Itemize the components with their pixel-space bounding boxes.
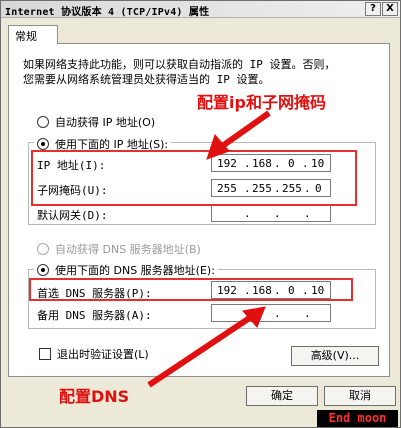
validate-settings-checkbox[interactable]: 退出时验证设置(L)	[39, 346, 149, 362]
tab-general-label: 常规	[15, 30, 37, 43]
watermark-label: End moon	[317, 410, 398, 427]
arrow-to-ip-fields	[219, 110, 271, 150]
validate-settings-box	[39, 348, 51, 360]
advanced-button[interactable]: 高级(V)...	[291, 346, 379, 366]
validate-settings-label: 退出时验证设置(L)	[57, 348, 149, 361]
properties-dialog: Internet 协议版本 4 (TCP/IPv4) 属性 ? X 常规 如果网…	[0, 0, 401, 428]
ok-button[interactable]: 确定	[246, 386, 318, 406]
tab-general[interactable]: 常规	[8, 25, 58, 44]
arrow-head-ip	[206, 134, 230, 160]
cancel-button[interactable]: 取消	[324, 386, 396, 406]
arrow-to-dns-field	[147, 314, 253, 388]
